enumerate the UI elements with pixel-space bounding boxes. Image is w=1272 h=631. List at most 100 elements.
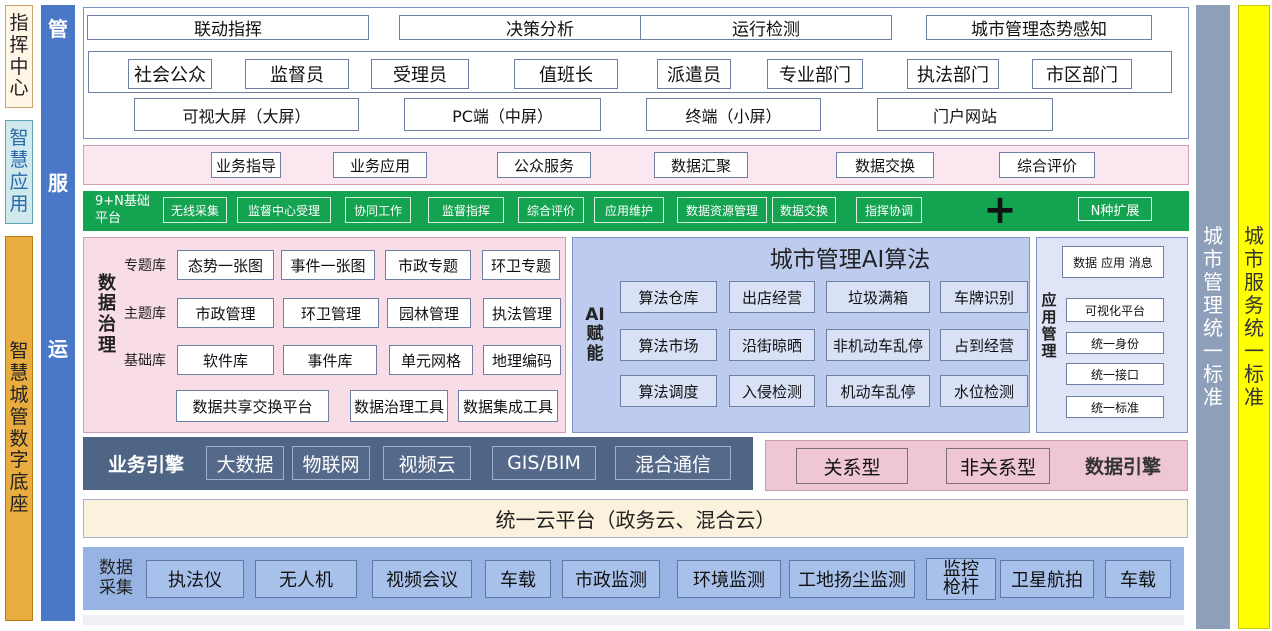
governance-item: 执法管理 — [483, 298, 561, 328]
ai-algorithm: 非机动车乱停 — [826, 329, 930, 361]
ai-algorithm: 占到经营 — [940, 329, 1028, 361]
app-mgmt-title: 应用管理 — [1041, 290, 1057, 361]
command-item: 决策分析 — [399, 15, 681, 40]
service-item: 公众服务 — [497, 152, 591, 178]
collection-title: 数据采集 — [99, 558, 133, 598]
ai-side-label: AI赋能 — [585, 304, 605, 364]
platform-item: 数据资源管理 — [677, 197, 767, 223]
role-item: 执法部门 — [907, 59, 999, 89]
governance-row-label: 基础库 — [124, 353, 166, 369]
role-item: 值班长 — [514, 59, 618, 89]
governance-tool: 数据共享交换平台 — [176, 390, 329, 422]
business-engine-item: GIS/BIM — [492, 446, 596, 480]
role-item: 市区部门 — [1032, 59, 1132, 89]
ai-algorithm: 算法调度 — [620, 375, 717, 407]
data-engine-title: 数据引擎 — [1084, 455, 1161, 478]
collection-item: 卫星航拍 — [1000, 560, 1094, 598]
governance-item: 单元网格 — [389, 345, 473, 375]
platform-item: 指挥协调 — [856, 197, 922, 223]
governance-tool: 数据集成工具 — [458, 390, 558, 422]
platform-item: 协同工作 — [345, 197, 411, 223]
governance-item: 市政管理 — [177, 298, 274, 328]
app-mgmt-item: 可视化平台 — [1066, 298, 1164, 322]
business-engine-item: 视频云 — [383, 446, 471, 480]
command-item: 联动指挥 — [87, 15, 369, 40]
business-engine-title: 业务引擎 — [107, 453, 184, 476]
collection-item: 市政监测 — [562, 560, 660, 598]
n-extension-box: N种扩展 — [1078, 197, 1152, 221]
governance-item: 事件一张图 — [281, 250, 375, 280]
ai-algorithm: 车牌识别 — [940, 281, 1028, 313]
terminal-item: 可视大屏（大屏） — [134, 98, 359, 131]
governance-item: 地理编码 — [483, 345, 561, 375]
ai-algorithm: 水位检测 — [940, 375, 1028, 407]
collection-item: 视频会议 — [372, 560, 472, 598]
plus-icon: + — [983, 187, 1017, 233]
collection-item: 无人机 — [255, 560, 357, 598]
data-engine-item: 关系型 — [796, 448, 908, 484]
ai-title: 城市管理AI算法 — [769, 247, 931, 273]
governance-item: 环卫专题 — [482, 250, 560, 280]
ai-algorithm: 算法市场 — [620, 329, 717, 361]
governance-item: 环卫管理 — [283, 298, 379, 328]
service-item: 业务应用 — [333, 152, 427, 178]
role-item: 监督员 — [245, 59, 349, 89]
governance-item: 市政专题 — [385, 250, 471, 280]
ai-algorithm: 算法仓库 — [620, 281, 717, 313]
service-item: 综合评价 — [999, 152, 1095, 178]
governance-row-label: 主题库 — [124, 306, 166, 322]
command-item: 城市管理态势感知 — [926, 15, 1152, 40]
role-item: 专业部门 — [767, 59, 863, 89]
platform-item: 综合评价 — [518, 197, 584, 223]
service-standard-label: 城市服务统一标准 — [1238, 5, 1270, 629]
digital-base-label: 智慧城管数字底座 — [5, 236, 33, 621]
ai-algorithm: 垃圾满箱 — [826, 281, 930, 313]
role-item: 受理员 — [371, 59, 469, 89]
governance-item: 事件库 — [283, 345, 377, 375]
command-center-label: 指挥中心 — [5, 5, 33, 108]
terminal-item: PC端（中屏） — [404, 98, 601, 131]
guan-label: 管 — [48, 16, 68, 41]
service-item: 数据交换 — [836, 152, 934, 178]
platform-item: 数据交换 — [772, 197, 836, 223]
ai-algorithm: 入侵检测 — [729, 375, 815, 407]
governance-item: 软件库 — [177, 345, 274, 375]
collection-item: 车载 — [485, 560, 551, 598]
data-engine-item: 非关系型 — [946, 448, 1050, 484]
app-mgmt-item: 统一身份 — [1066, 332, 1164, 354]
business-engine-item: 大数据 — [206, 446, 284, 480]
governance-row-label: 专题库 — [124, 258, 166, 274]
ai-algorithm: 出店经营 — [729, 281, 815, 313]
collection-item: 执法仪 — [146, 560, 244, 598]
cloud-platform-band: 统一云平台（政务云、混合云） — [83, 499, 1188, 538]
app-mgmt-item: 统一标准 — [1066, 396, 1164, 418]
governance-tool: 数据治理工具 — [350, 390, 448, 422]
mgmt-standard-label: 城市管理统一标准 — [1196, 5, 1230, 629]
guan-fu-yun-bar — [41, 5, 75, 621]
platform-item: 无线采集 — [163, 197, 227, 223]
service-item: 数据汇聚 — [654, 152, 748, 178]
collection-item: 车载 — [1105, 560, 1171, 598]
platform-item: 监督指挥 — [428, 197, 504, 223]
command-item: 运行检测 — [640, 15, 892, 40]
collection-item: 工地扬尘监测 — [789, 560, 915, 598]
bottom-strip — [83, 615, 1184, 625]
service-item: 业务指导 — [211, 152, 281, 178]
business-engine-item: 物联网 — [292, 446, 370, 480]
ai-algorithm: 机动车乱停 — [826, 375, 930, 407]
governance-item: 态势一张图 — [177, 250, 274, 280]
governance-title: 数据治理 — [98, 272, 116, 356]
role-item: 派遣员 — [657, 59, 731, 89]
smart-app-label: 智慧应用 — [5, 120, 33, 224]
app-mgmt-item: 数据 应用 消息 — [1062, 246, 1164, 278]
platform-item: 监督中心受理 — [237, 197, 331, 223]
ai-algorithm: 沿街晾晒 — [729, 329, 815, 361]
app-mgmt-item: 统一接口 — [1066, 363, 1164, 385]
terminal-item: 终端（小屏） — [646, 98, 821, 131]
business-engine-item: 混合通信 — [615, 446, 731, 480]
collection-item: 监控枪杆 — [926, 558, 996, 600]
yun-label: 运 — [48, 336, 68, 361]
fu-label: 服 — [48, 170, 68, 195]
platform-item: 应用维护 — [594, 197, 664, 223]
governance-item: 园林管理 — [387, 298, 471, 328]
